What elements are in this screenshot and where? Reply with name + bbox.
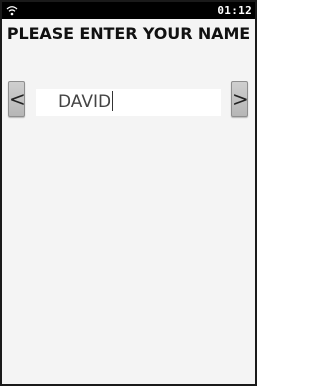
status-bar: 01:12: [2, 2, 255, 19]
clock: 01:12: [217, 4, 252, 17]
page-title: PLEASE ENTER YOUR NAME: [6, 24, 251, 43]
name-input-value: DAVID: [58, 89, 114, 116]
next-button[interactable]: >: [231, 81, 249, 117]
text-cursor: [112, 91, 114, 111]
wifi-icon: [6, 6, 18, 16]
previous-button[interactable]: <: [8, 81, 26, 117]
name-text: DAVID: [58, 92, 112, 112]
device-screen: 01:12 PLEASE ENTER YOUR NAME < DAVID >: [0, 0, 257, 386]
name-input[interactable]: DAVID: [36, 89, 221, 116]
